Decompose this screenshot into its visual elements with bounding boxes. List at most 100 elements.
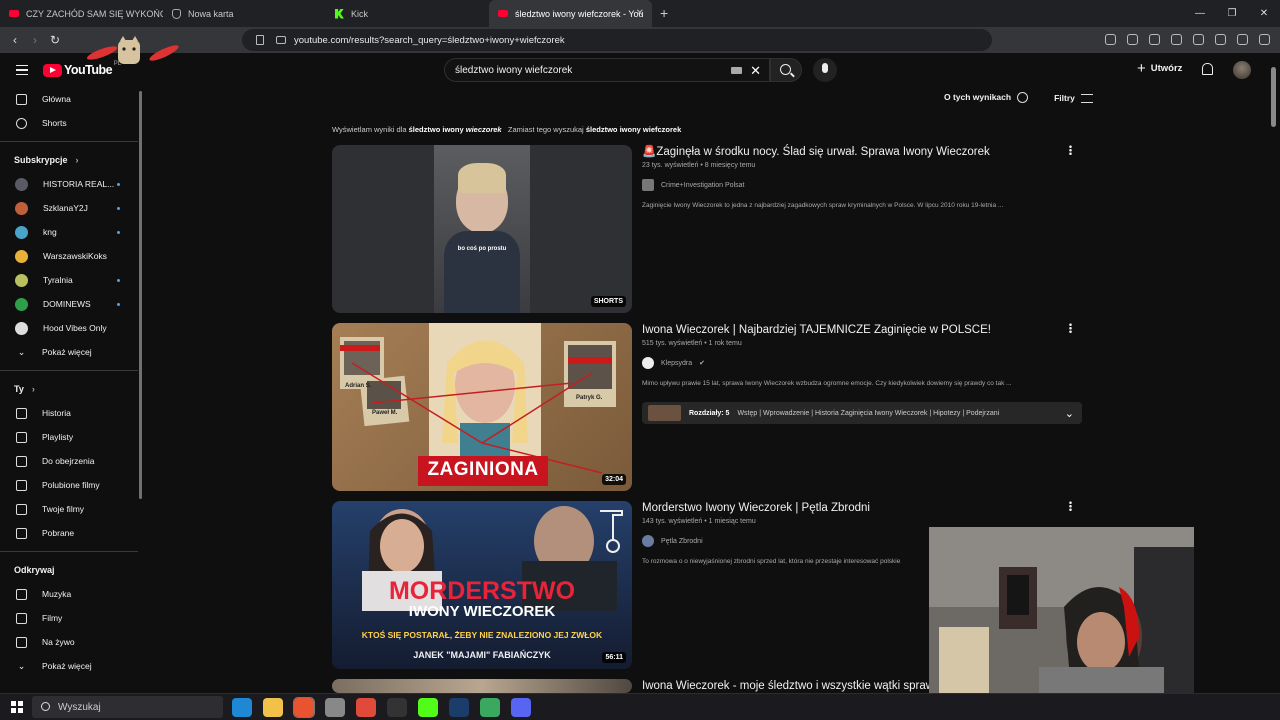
search-input[interactable]: śledztwo iwony wiefczorek ✕ <box>444 58 770 82</box>
about-results-button[interactable]: O tych wynikach <box>944 92 1029 104</box>
browser-tab-1[interactable]: CZY ZACHÓD SAM SIĘ WYKOŃCZY? <box>0 0 163 27</box>
sidebar-item-subscription[interactable]: Tyralnia <box>0 268 138 292</box>
maximize-button[interactable]: ❐ <box>1216 0 1248 27</box>
sidebar-item-na-żywo[interactable]: Na żywo <box>0 630 138 654</box>
avatar[interactable] <box>1233 61 1251 79</box>
forward-icon[interactable]: › <box>25 33 45 47</box>
video-result[interactable]: bo coś po prostu SHORTS 🚨Zaginęła w środ… <box>332 145 1082 315</box>
menu-icon[interactable] <box>16 65 28 75</box>
channel-name[interactable]: Crime+Investigation Polsat <box>661 182 744 189</box>
edge-icon[interactable] <box>232 698 252 717</box>
video-thumbnail[interactable]: MORDERSTWO IWONY WIECZOREK KTOŚ SIĘ POST… <box>332 501 632 669</box>
reload-icon[interactable]: ↻ <box>45 33 65 47</box>
app-icon[interactable] <box>325 698 345 717</box>
obs-icon[interactable] <box>387 698 407 717</box>
brave-icon[interactable] <box>293 697 315 718</box>
video-thumbnail[interactable] <box>332 679 632 693</box>
keyboard-icon[interactable] <box>731 67 742 74</box>
subscriptions-header[interactable]: Subskrypcje › <box>0 148 138 172</box>
browser-tab-active[interactable]: śledztwo iwony wiefczorek - You ✕ <box>489 0 652 27</box>
corrected-word[interactable]: wieczorek <box>466 125 502 134</box>
thumbnail-subtitle: IWONY WIECZOREK <box>408 603 556 620</box>
vpn-icon[interactable] <box>1237 34 1248 45</box>
ai-icon[interactable] <box>1215 34 1226 45</box>
extensions-icon[interactable] <box>1105 34 1116 45</box>
more-options-icon[interactable] <box>1069 145 1072 155</box>
discord-icon[interactable] <box>511 698 531 717</box>
new-content-dot <box>117 302 120 306</box>
sidebar-item-filmy[interactable]: Filmy <box>0 606 138 630</box>
wallet-icon[interactable] <box>1193 34 1204 45</box>
browser-tab-2[interactable]: Nowa karta <box>163 0 326 27</box>
new-content-dot <box>117 206 120 210</box>
channel-avatar <box>15 201 28 215</box>
create-button[interactable]: + Utwórz <box>1137 61 1182 76</box>
sidebar-item-subscription[interactable]: kng <box>0 220 138 244</box>
channel-row[interactable]: Crime+Investigation Polsat <box>642 179 1082 191</box>
sidebar-item-subscription[interactable]: SzklanaY2J <box>0 196 138 220</box>
bookmark-icon[interactable] <box>256 35 264 45</box>
sidebar-item-playlisty[interactable]: Playlisty <box>0 425 138 449</box>
sidebar-item-twoje-filmy[interactable]: Twoje filmy <box>0 497 138 521</box>
file-explorer-icon[interactable] <box>263 698 283 717</box>
sidebar-item-do-obejrzenia[interactable]: Do obejrzenia <box>0 449 138 473</box>
video-thumbnail[interactable]: bo coś po prostu SHORTS <box>332 145 632 313</box>
back-icon[interactable]: ‹ <box>5 33 25 47</box>
more-options-icon[interactable] <box>1069 323 1072 333</box>
chevron-down-icon[interactable]: ⌄ <box>1065 407 1074 420</box>
sidebar-item-subscription[interactable]: HISTORIA REAL... <box>0 172 138 196</box>
sidebar-item-pobrane[interactable]: Pobrane <box>0 521 138 545</box>
site-settings-icon[interactable] <box>276 36 286 44</box>
address-bar[interactable]: youtube.com/results?search_query=śledztw… <box>242 29 992 51</box>
video-title[interactable]: Iwona Wieczorek | Najbardziej TAJEMNICZE… <box>642 323 1082 338</box>
new-tab-button[interactable]: + <box>660 5 668 21</box>
taskbar-search-input[interactable]: Wyszukaj <box>32 696 223 718</box>
sidebar-item-shorts[interactable]: Shorts <box>0 111 138 135</box>
more-options-icon[interactable] <box>1069 501 1072 511</box>
channel-name[interactable]: Klepsydra <box>661 360 692 367</box>
notifications-bell-icon[interactable] <box>1202 63 1213 75</box>
browser-tab-3[interactable]: Kick <box>326 0 489 27</box>
voice-search-button[interactable] <box>813 58 837 82</box>
show-more-button[interactable]: ⌄ Pokaż więcej <box>0 340 138 364</box>
close-tab-icon[interactable]: ✕ <box>636 8 644 19</box>
page-scrollbar[interactable] <box>1271 67 1276 127</box>
sidebar-scrollbar[interactable] <box>139 91 142 499</box>
sidebar-item-home[interactable]: Główna <box>0 87 138 111</box>
sidebar-item-muzyka[interactable]: Muzyka <box>0 582 138 606</box>
sidebar-item-subscription[interactable]: DOMINEWS <box>0 292 138 316</box>
filters-button[interactable]: Filtry <box>1054 93 1093 103</box>
sidebar-item-subscription[interactable]: WarszawskiKoks <box>0 244 138 268</box>
channel-name[interactable]: Pętla Zbrodni <box>661 538 703 545</box>
sidebar-icon[interactable] <box>1171 34 1182 45</box>
video-title[interactable]: Morderstwo Iwony Wieczorek | Pętla Zbrod… <box>642 501 1082 516</box>
windows-start-icon[interactable] <box>11 701 23 713</box>
video-title[interactable]: 🚨Zaginęła w środku nocy. Ślad się urwał.… <box>642 145 1082 160</box>
sidebar-item-subscription[interactable]: Hood Vibes Only <box>0 316 138 340</box>
sidebar-item-historia[interactable]: Historia <box>0 401 138 425</box>
steam-icon[interactable] <box>449 698 469 717</box>
chrome-icon[interactable] <box>356 698 376 717</box>
you-header[interactable]: Ty › <box>0 377 138 401</box>
sidebar-item-polubione-filmy[interactable]: Polubione filmy <box>0 473 138 497</box>
search-button[interactable] <box>770 58 802 82</box>
clear-search-icon[interactable]: ✕ <box>750 63 761 79</box>
youtube-logo[interactable]: YouTube PL <box>43 61 121 77</box>
original-query-link[interactable]: śledztwo iwony wiefczorek <box>586 125 681 134</box>
close-window-button[interactable]: ✕ <box>1248 0 1280 27</box>
music-icon[interactable] <box>1149 34 1160 45</box>
show-more-button[interactable]: ⌄ Pokaż więcej <box>0 654 138 678</box>
sidebar-item-label: Na żywo <box>42 637 75 647</box>
new-content-dot <box>117 182 120 186</box>
chapters-bar[interactable]: Rozdziały: 5 Wstęp | Wprowadzenie | Hist… <box>642 402 1082 424</box>
kick-icon[interactable] <box>418 698 438 717</box>
app-icon[interactable] <box>480 698 500 717</box>
corrected-query[interactable]: śledztwo iwony <box>409 125 464 134</box>
channel-row[interactable]: Klepsydra ✔ <box>642 357 1082 369</box>
minimize-button[interactable]: — <box>1184 0 1216 27</box>
video-thumbnail[interactable]: ZAGINIONA Adrian S. Paweł M. Patryk G. 3… <box>332 323 632 491</box>
clock-icon <box>16 455 27 467</box>
shield-icon <box>172 8 181 19</box>
menu-icon[interactable] <box>1259 34 1270 45</box>
tab-search-icon[interactable] <box>1127 34 1138 45</box>
